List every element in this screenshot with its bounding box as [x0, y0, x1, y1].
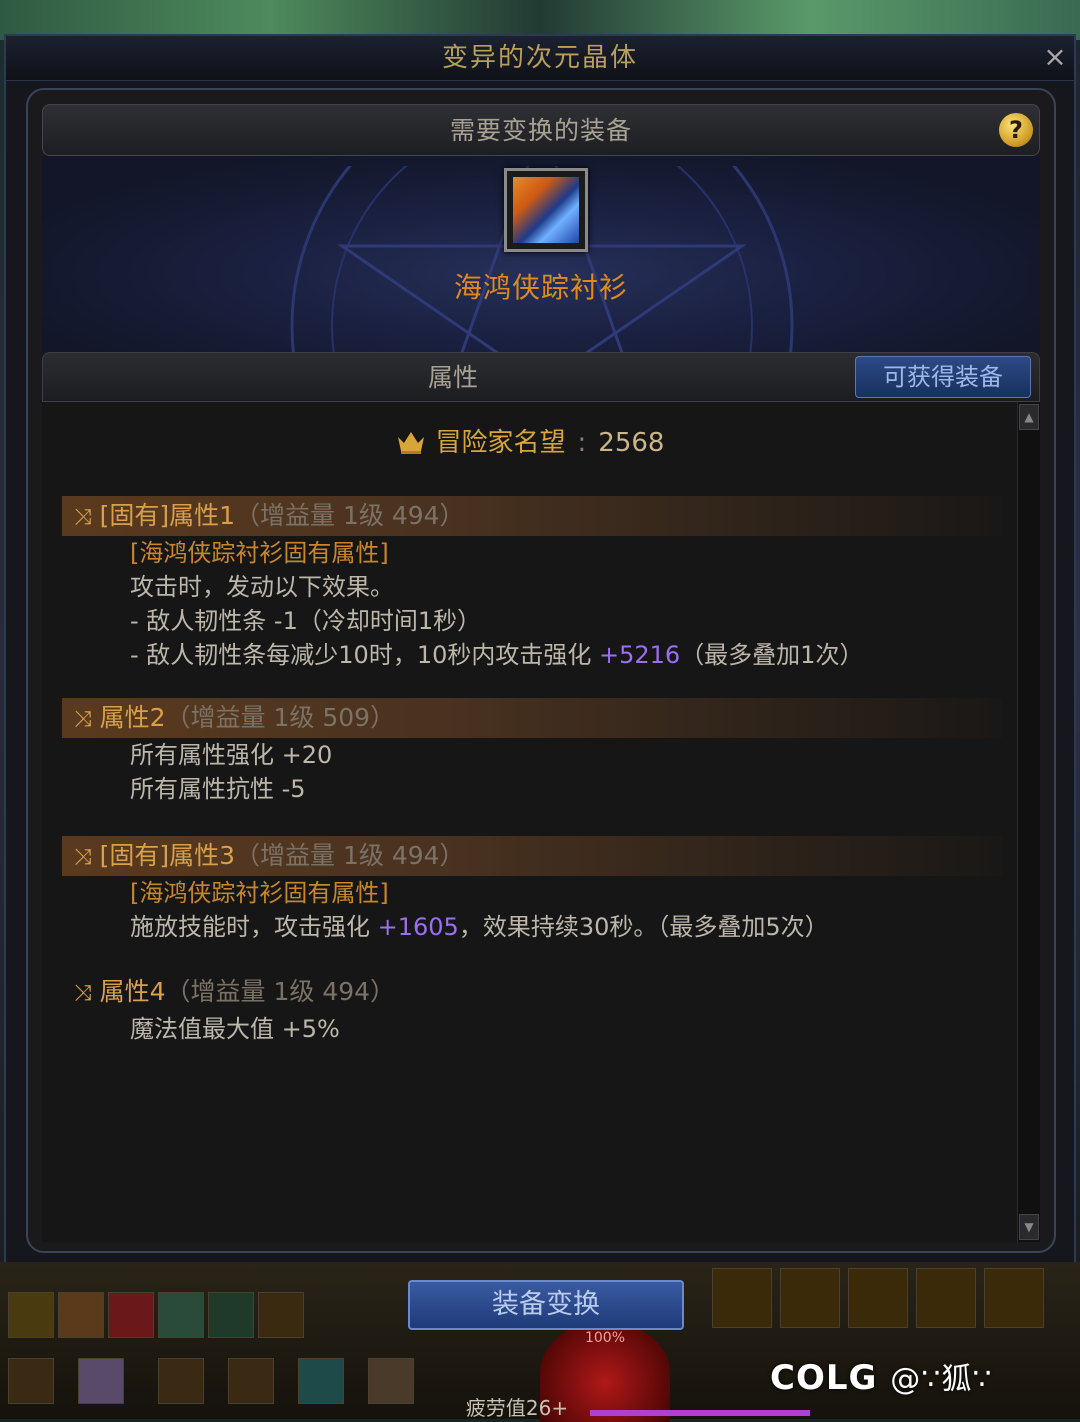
skill-slot[interactable] — [848, 1268, 908, 1328]
equip-section-header: 需要变换的装备 ? — [42, 104, 1040, 156]
item-quickslot[interactable] — [8, 1358, 54, 1404]
equipment-slot[interactable] — [504, 168, 588, 252]
crystal-window: 变异的次元晶体 × 需要变换的装备 ? 海鸿侠踪衬衫 属性 可获得装备 冒险家名… — [4, 34, 1076, 1264]
reputation-row: 冒险家名望:2568 — [42, 422, 1018, 459]
close-icon[interactable]: × — [1040, 42, 1070, 72]
attribute-line-text: 施放技能时，攻击强化 — [130, 913, 378, 941]
attribute-name: 属性2 — [99, 703, 166, 732]
attribute-gain: （增益量 1级 494） — [235, 841, 465, 870]
attribute-title[interactable]: ⤨ [固有]属性3（增益量 1级 494） — [62, 836, 1002, 876]
attribute-highlight-value: +5216 — [599, 641, 681, 669]
skill-slot[interactable] — [208, 1292, 254, 1338]
skill-slot[interactable] — [258, 1292, 304, 1338]
equipment-convert-button[interactable]: 装备变换 — [408, 1280, 684, 1330]
attribute-block-1: ⤨ [固有]属性1（增益量 1级 494） [海鸿侠踪衬衫固有属性] 攻击时，发动… — [62, 496, 1002, 672]
attributes-scrollbar[interactable]: ▲ ▼ — [1017, 402, 1040, 1242]
attribute-name: [固有]属性3 — [99, 841, 236, 870]
skill-slot[interactable] — [8, 1292, 54, 1338]
attribute-line: 施放技能时，攻击强化 +1605，效果持续30秒。（最多叠加5次） — [62, 910, 1002, 944]
shirt-item-icon — [513, 177, 579, 243]
item-quickslot[interactable] — [368, 1358, 414, 1404]
attribute-line: - 敌人韧性条每减少10时，10秒内攻击强化 +5216（最多叠加1次） — [62, 638, 1002, 672]
window-content: 需要变换的装备 ? 海鸿侠踪衬衫 属性 可获得装备 冒险家名望:2568 ⤨ [… — [26, 88, 1056, 1253]
item-name: 海鸿侠踪衬衫 — [453, 271, 628, 304]
shuffle-icon: ⤨ — [74, 981, 92, 1006]
attribute-title[interactable]: ⤨ 属性4（增益量 1级 494） — [62, 972, 1002, 1012]
attribute-gain: （增益量 1级 494） — [235, 501, 465, 530]
scroll-up-icon[interactable]: ▲ — [1019, 404, 1039, 430]
equip-display: 海鸿侠踪衬衫 — [42, 156, 1040, 352]
reputation-label: 冒险家名望 — [435, 428, 566, 458]
attribute-line-text: - 敌人韧性条每减少10时，10秒内攻击强化 — [130, 641, 599, 669]
attribute-line: 所有属性强化 +20 — [130, 741, 333, 769]
skill-slot[interactable] — [712, 1268, 772, 1328]
skill-slot[interactable] — [108, 1292, 154, 1338]
skill-slot[interactable] — [916, 1268, 976, 1328]
attribute-title[interactable]: ⤨ [固有]属性1（增益量 1级 494） — [62, 496, 1002, 536]
item-quickslot[interactable] — [228, 1358, 274, 1404]
attribute-highlight-value: +1605 — [377, 913, 459, 941]
skill-slot[interactable] — [58, 1292, 104, 1338]
attribute-line: [海鸿侠踪衬衫固有属性] — [130, 879, 389, 907]
item-quickslot[interactable] — [158, 1358, 204, 1404]
attribute-line-suffix: （最多叠加1次） — [680, 641, 864, 669]
crown-icon — [397, 432, 424, 454]
attributes-panel: 冒险家名望:2568 ⤨ [固有]属性1（增益量 1级 494） [海鸿侠踪衬衫固… — [42, 402, 1040, 1242]
watermark-brand: COLG — [770, 1358, 878, 1398]
attribute-block-4: ⤨ 属性4（增益量 1级 494） 魔法值最大值 +5% — [62, 972, 1002, 1046]
attribute-line: 攻击时，发动以下效果。 — [130, 573, 394, 601]
attribute-line-suffix: ，效果持续30秒。（最多叠加5次） — [458, 913, 829, 941]
attribute-line: - 敌人韧性条 -1（冷却时间1秒） — [130, 607, 482, 635]
watermark: COLG @∵狐∵ — [770, 1354, 992, 1398]
attributes-header: 属性 可获得装备 — [42, 352, 1040, 402]
skill-slot[interactable] — [984, 1268, 1044, 1328]
watermark-user: @∵狐∵ — [890, 1362, 993, 1397]
attribute-gain: （增益量 1级 509） — [165, 703, 396, 732]
game-hud: 100% 装备变换 疲劳值26+ COLG @∵狐∵ — [0, 1262, 1080, 1422]
attribute-block-2: ⤨ 属性2（增益量 1级 509） 所有属性强化 +20 所有属性抗性 -5 — [62, 698, 1002, 806]
attribute-block-3: ⤨ [固有]属性3（增益量 1级 494） [海鸿侠踪衬衫固有属性] 施放技能时，… — [62, 836, 1002, 944]
window-title: 变异的次元晶体 — [441, 43, 638, 73]
hp-orb-text: 100% — [584, 1330, 626, 1346]
scroll-down-icon[interactable]: ▼ — [1019, 1214, 1039, 1240]
skill-slot[interactable] — [158, 1292, 204, 1338]
attribute-gain: （增益量 1级 494） — [165, 977, 396, 1006]
attribute-line: [海鸿侠踪衬衫固有属性] — [130, 539, 389, 567]
item-quickslot[interactable] — [298, 1358, 344, 1404]
mp-bar — [590, 1410, 810, 1416]
reputation-value: 2568 — [598, 428, 665, 458]
reputation-separator: : — [577, 428, 587, 458]
attribute-title[interactable]: ⤨ 属性2（增益量 1级 509） — [62, 698, 1002, 738]
fatigue-label: 疲劳值26+ — [465, 1396, 569, 1420]
help-icon[interactable]: ? — [999, 113, 1033, 147]
obtainable-equipment-button[interactable]: 可获得装备 — [855, 356, 1031, 398]
attributes-tab[interactable]: 属性 — [43, 353, 863, 403]
shuffle-icon: ⤨ — [74, 505, 92, 530]
attribute-name: [固有]属性1 — [99, 501, 236, 530]
shuffle-icon: ⤨ — [74, 845, 92, 870]
item-quickslot[interactable] — [78, 1358, 124, 1404]
attribute-line: 所有属性抗性 -5 — [130, 775, 306, 803]
equip-section-title: 需要变换的装备 — [449, 116, 632, 145]
attribute-name: 属性4 — [99, 977, 166, 1006]
window-titlebar[interactable]: 变异的次元晶体 × — [6, 36, 1074, 81]
shuffle-icon: ⤨ — [74, 707, 92, 732]
attribute-line: 魔法值最大值 +5% — [130, 1015, 340, 1043]
skill-slot[interactable] — [780, 1268, 840, 1328]
